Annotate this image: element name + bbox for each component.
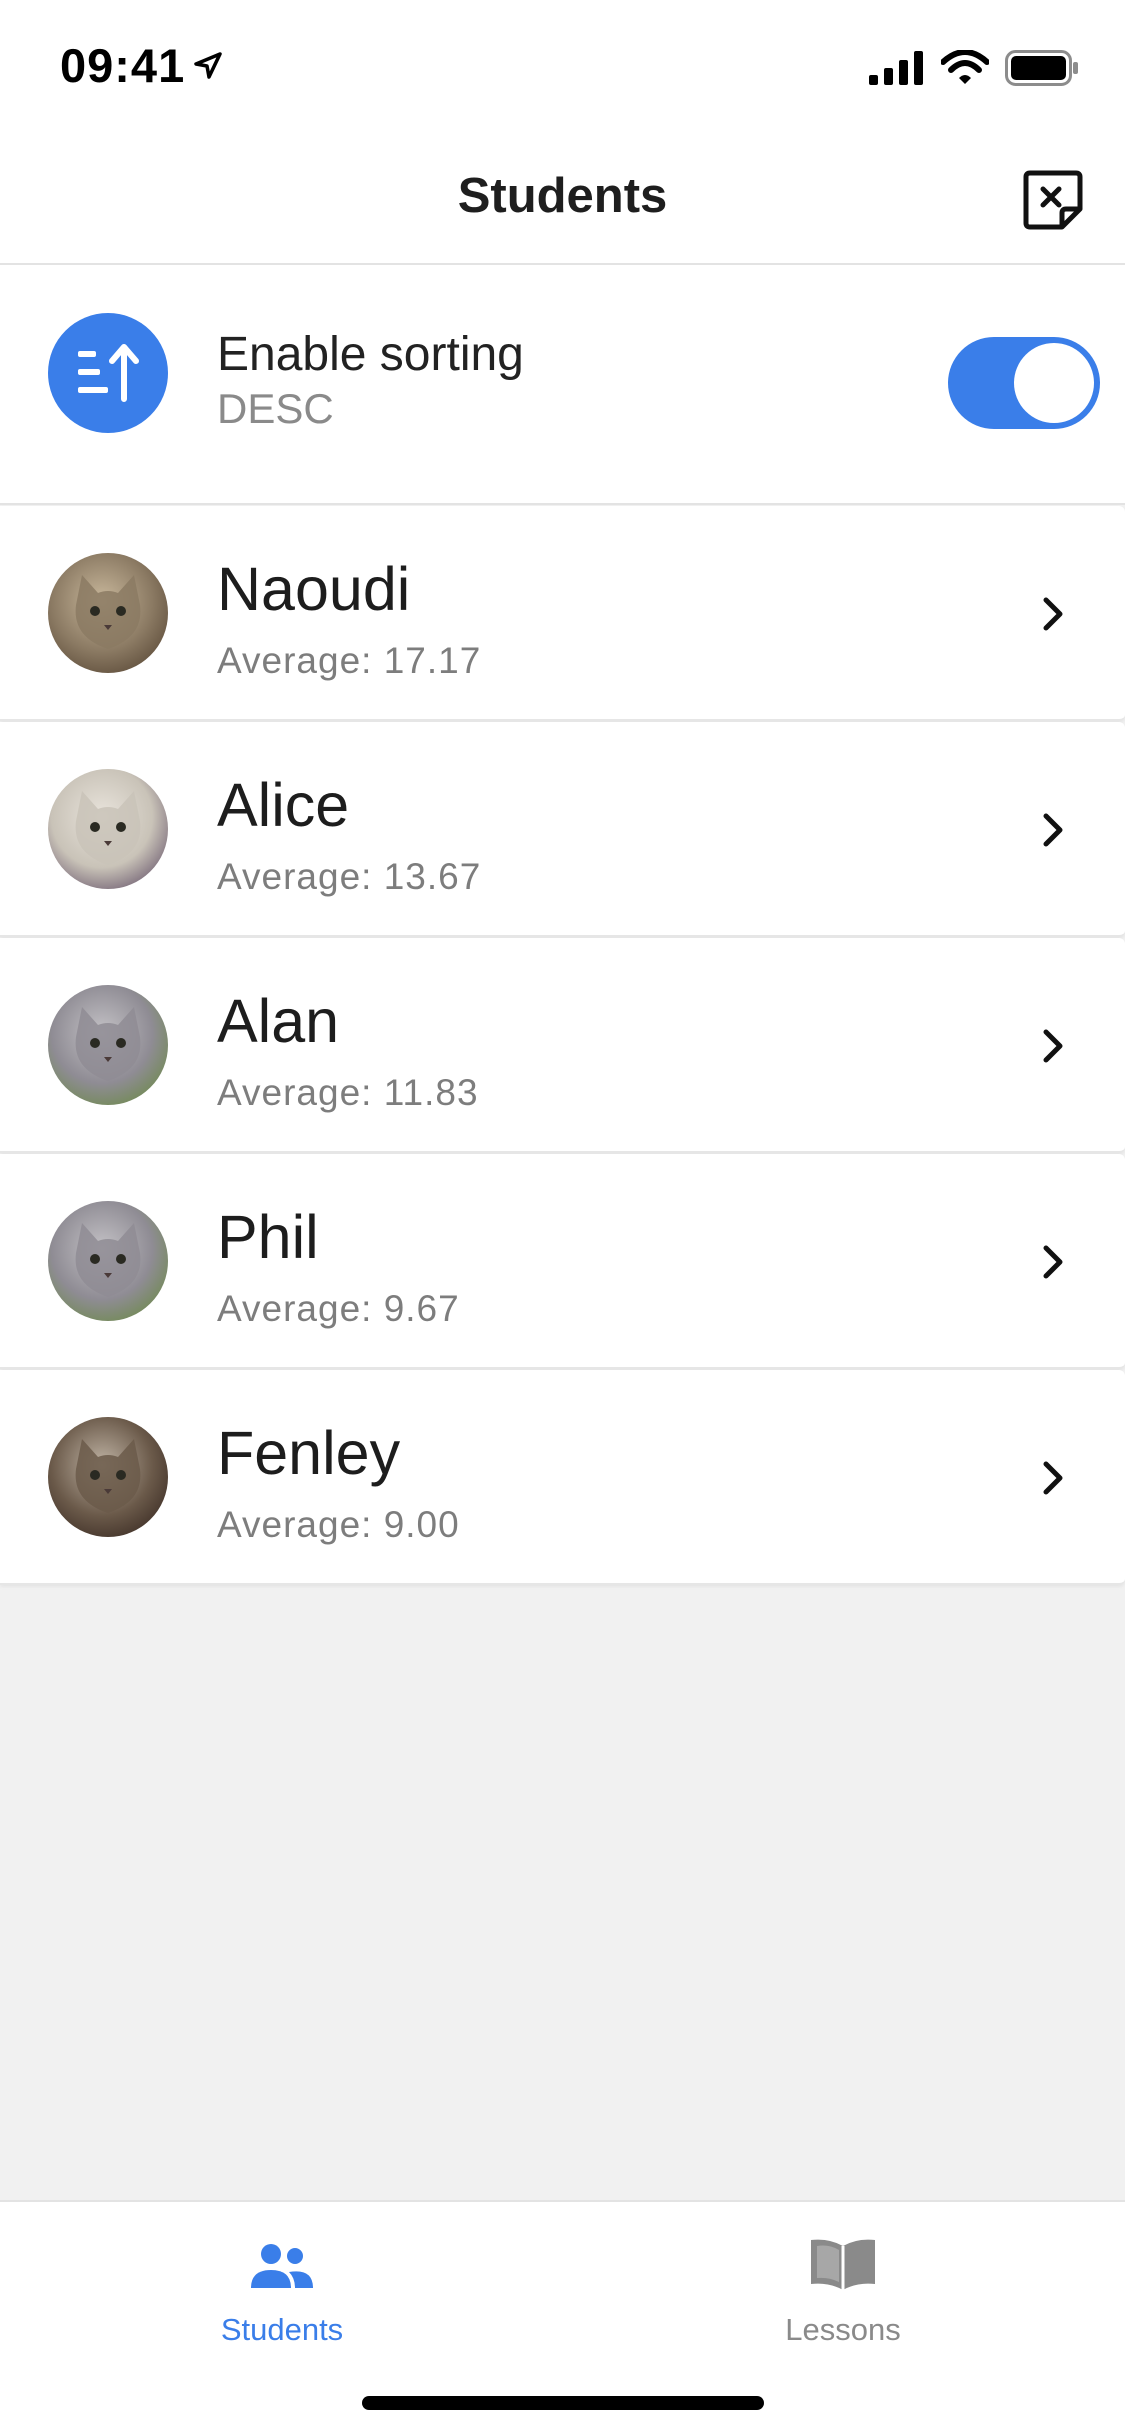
chevron-right-icon bbox=[1043, 1461, 1063, 1495]
student-list: Naoudi Average: 17.17 Alice Average: 13.… bbox=[0, 506, 1125, 1586]
student-average: Average: 9.00 bbox=[217, 1504, 460, 1545]
page-title: Students bbox=[457, 169, 668, 223]
avatar bbox=[48, 985, 168, 1105]
student-average: Average: 13.67 bbox=[217, 856, 482, 897]
sorting-row: Enable sorting DESC bbox=[0, 265, 1125, 505]
sorting-toggle[interactable] bbox=[948, 337, 1100, 429]
student-row[interactable]: Phil Average: 9.67 bbox=[0, 1154, 1125, 1369]
student-row[interactable]: Naoudi Average: 17.17 bbox=[0, 506, 1125, 721]
location-arrow-icon bbox=[194, 51, 222, 79]
student-average: Average: 17.17 bbox=[217, 640, 482, 681]
student-name: Phil bbox=[217, 1203, 319, 1271]
chevron-right-icon bbox=[1043, 813, 1063, 847]
chevron-right-icon bbox=[1043, 597, 1063, 631]
student-name: Fenley bbox=[217, 1419, 401, 1487]
sort-icon bbox=[78, 344, 139, 402]
chevron-right-icon bbox=[1043, 1029, 1063, 1063]
sorting-label: Enable sorting bbox=[217, 328, 524, 381]
book-icon bbox=[811, 2239, 875, 2290]
people-icon bbox=[251, 2244, 313, 2288]
status-indicators bbox=[869, 50, 1079, 86]
wifi-icon bbox=[941, 50, 989, 84]
student-row[interactable]: Alice Average: 13.67 bbox=[0, 722, 1125, 937]
toggle-knob bbox=[1014, 343, 1094, 423]
home-indicator bbox=[362, 2396, 764, 2410]
close-square-icon bbox=[1023, 170, 1083, 230]
clock-text: 09:41 bbox=[60, 39, 186, 92]
student-row[interactable]: Alan Average: 11.83 bbox=[0, 938, 1125, 1153]
tab-students-label: Students bbox=[220, 2312, 344, 2347]
sorting-order: DESC bbox=[217, 385, 334, 432]
tab-lessons[interactable]: Lessons bbox=[713, 2232, 973, 2348]
avatar bbox=[48, 553, 168, 673]
status-time: 09:41 bbox=[60, 38, 223, 93]
student-name: Naoudi bbox=[217, 555, 411, 623]
sort-icon-badge bbox=[48, 313, 168, 433]
student-name: Alan bbox=[217, 987, 340, 1055]
tab-students[interactable]: Students bbox=[152, 2232, 412, 2348]
student-average: Average: 9.67 bbox=[217, 1288, 460, 1329]
status-bar: 09:41 bbox=[0, 0, 1125, 132]
avatar bbox=[48, 1417, 168, 1537]
avatar bbox=[48, 769, 168, 889]
student-average: Average: 11.83 bbox=[217, 1072, 479, 1113]
chevron-right-icon bbox=[1043, 1245, 1063, 1279]
student-name: Alice bbox=[217, 771, 350, 839]
student-row[interactable]: Fenley Average: 9.00 bbox=[0, 1370, 1125, 1585]
tab-lessons-label: Lessons bbox=[785, 2312, 901, 2347]
battery-icon bbox=[1005, 50, 1078, 86]
cellular-signal-icon bbox=[869, 51, 923, 85]
close-button[interactable] bbox=[1021, 168, 1085, 232]
avatar bbox=[48, 1201, 168, 1321]
navigation-bar: Students bbox=[0, 132, 1125, 265]
